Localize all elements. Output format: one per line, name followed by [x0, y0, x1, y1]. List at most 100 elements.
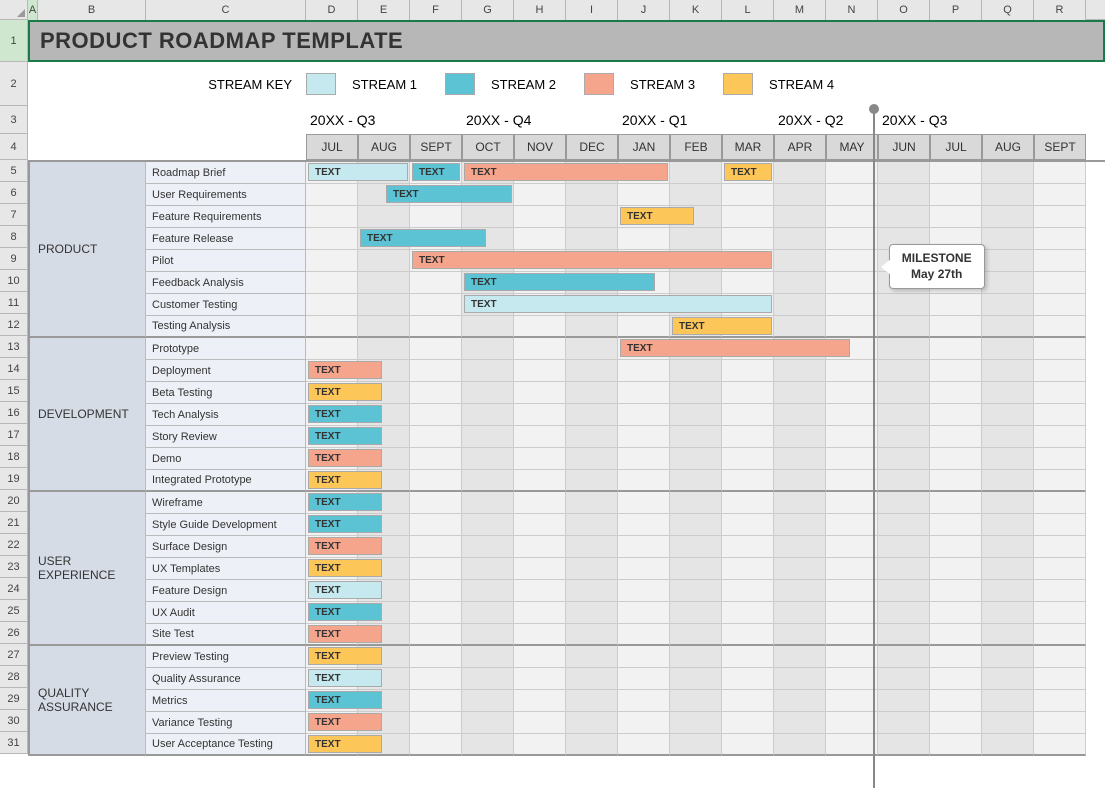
gantt-cell[interactable] — [826, 734, 878, 756]
row-header[interactable]: 30 — [0, 710, 28, 732]
gantt-cell[interactable] — [670, 382, 722, 404]
gantt-cell[interactable] — [982, 206, 1034, 228]
gantt-cell[interactable] — [410, 470, 462, 492]
month-header[interactable]: JUN — [878, 134, 930, 160]
gantt-row[interactable]: TEXT — [306, 382, 1105, 404]
month-header[interactable]: AUG — [358, 134, 410, 160]
gantt-cell[interactable] — [722, 404, 774, 426]
gantt-cell[interactable] — [410, 338, 462, 360]
gantt-cell[interactable] — [566, 448, 618, 470]
gantt-cell[interactable] — [618, 382, 670, 404]
gantt-cell[interactable] — [410, 624, 462, 646]
gantt-cell[interactable] — [566, 470, 618, 492]
gantt-cell[interactable] — [514, 580, 566, 602]
task-cell[interactable]: Beta Testing — [146, 382, 306, 404]
gantt-cell[interactable] — [410, 426, 462, 448]
gantt-cell[interactable] — [462, 712, 514, 734]
gantt-row[interactable]: TEXT — [306, 558, 1105, 580]
month-header[interactable]: SEPT — [1034, 134, 1086, 160]
gantt-cell[interactable] — [930, 382, 982, 404]
gantt-cell[interactable] — [1034, 712, 1086, 734]
gantt-cell[interactable] — [774, 602, 826, 624]
gantt-cell[interactable] — [410, 316, 462, 338]
gantt-cell[interactable] — [410, 668, 462, 690]
gantt-bar[interactable]: TEXT — [308, 603, 382, 621]
gantt-cell[interactable] — [774, 558, 826, 580]
gantt-cell[interactable] — [722, 712, 774, 734]
gantt-cell[interactable] — [410, 404, 462, 426]
gantt-cell[interactable] — [982, 602, 1034, 624]
row-header[interactable]: 15 — [0, 380, 28, 402]
gantt-cell[interactable] — [514, 602, 566, 624]
gantt-cell[interactable] — [462, 426, 514, 448]
gantt-cell[interactable] — [1034, 668, 1086, 690]
sheet-grid[interactable]: PRODUCT ROADMAP TEMPLATE STREAM KEY STRE… — [28, 20, 1105, 756]
gantt-cell[interactable] — [774, 272, 826, 294]
gantt-bar[interactable]: TEXT — [308, 427, 382, 445]
gantt-cell[interactable] — [514, 536, 566, 558]
select-all-corner[interactable] — [0, 0, 28, 20]
task-cell[interactable]: Customer Testing — [146, 294, 306, 316]
gantt-cell[interactable] — [774, 294, 826, 316]
gantt-row[interactable]: TEXT — [306, 536, 1105, 558]
gantt-bar[interactable]: TEXT — [308, 713, 382, 731]
gantt-cell[interactable] — [982, 360, 1034, 382]
gantt-bar[interactable]: TEXT — [672, 317, 772, 335]
gantt-cell[interactable] — [930, 206, 982, 228]
gantt-cell[interactable] — [722, 382, 774, 404]
category-cell[interactable]: USER EXPERIENCE — [30, 492, 146, 646]
gantt-cell[interactable] — [306, 228, 358, 250]
gantt-cell[interactable] — [410, 580, 462, 602]
gantt-cell[interactable] — [670, 536, 722, 558]
gantt-cell[interactable] — [566, 646, 618, 668]
gantt-row[interactable]: TEXT — [306, 602, 1105, 624]
gantt-cell[interactable] — [358, 206, 410, 228]
gantt-cell[interactable] — [774, 206, 826, 228]
gantt-cell[interactable] — [670, 602, 722, 624]
gantt-row[interactable]: TEXT — [306, 470, 1105, 492]
gantt-cell[interactable] — [982, 294, 1034, 316]
category-cell[interactable]: DEVELOPMENT — [30, 338, 146, 492]
gantt-cell[interactable] — [1034, 184, 1086, 206]
gantt-bar[interactable]: TEXT — [308, 735, 382, 753]
gantt-bar[interactable]: TEXT — [464, 295, 772, 313]
gantt-cell[interactable] — [514, 338, 566, 360]
gantt-cell[interactable] — [1034, 492, 1086, 514]
gantt-cell[interactable] — [878, 294, 930, 316]
gantt-cell[interactable] — [826, 272, 878, 294]
gantt-cell[interactable] — [462, 206, 514, 228]
month-header[interactable]: JUL — [306, 134, 358, 160]
gantt-cell[interactable] — [410, 382, 462, 404]
gantt-cell[interactable] — [566, 712, 618, 734]
gantt-cell[interactable] — [1034, 250, 1086, 272]
gantt-cell[interactable] — [462, 602, 514, 624]
gantt-cell[interactable] — [618, 426, 670, 448]
column-header[interactable]: G — [462, 0, 514, 20]
gantt-cell[interactable] — [774, 448, 826, 470]
gantt-cell[interactable] — [722, 580, 774, 602]
row-header[interactable]: 10 — [0, 270, 28, 292]
gantt-cell[interactable] — [930, 536, 982, 558]
gantt-cell[interactable] — [566, 558, 618, 580]
gantt-cell[interactable] — [878, 712, 930, 734]
gantt-cell[interactable] — [514, 448, 566, 470]
gantt-cell[interactable] — [566, 206, 618, 228]
column-header[interactable]: N — [826, 0, 878, 20]
gantt-cell[interactable] — [1034, 690, 1086, 712]
gantt-cell[interactable] — [878, 360, 930, 382]
gantt-cell[interactable] — [878, 536, 930, 558]
gantt-cell[interactable] — [878, 602, 930, 624]
gantt-cell[interactable] — [878, 558, 930, 580]
gantt-cell[interactable] — [878, 448, 930, 470]
gantt-cell[interactable] — [410, 602, 462, 624]
row-header[interactable]: 18 — [0, 446, 28, 468]
gantt-cell[interactable] — [826, 470, 878, 492]
gantt-row[interactable]: TEXTTEXTTEXTTEXT — [306, 162, 1105, 184]
gantt-cell[interactable] — [722, 668, 774, 690]
column-header[interactable]: J — [618, 0, 670, 20]
gantt-cell[interactable] — [826, 360, 878, 382]
gantt-cell[interactable] — [930, 602, 982, 624]
gantt-cell[interactable] — [618, 316, 670, 338]
gantt-cell[interactable] — [826, 250, 878, 272]
gantt-cell[interactable] — [670, 690, 722, 712]
